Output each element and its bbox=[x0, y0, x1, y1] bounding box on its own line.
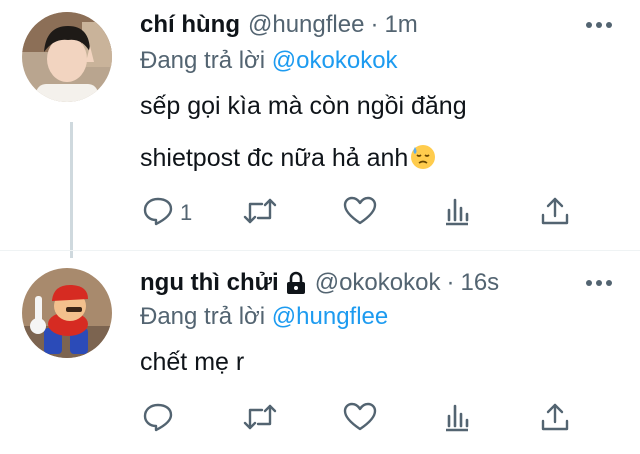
lock-icon bbox=[285, 271, 307, 295]
tweet-text-line: shietpost đc nữa hả anh bbox=[140, 144, 409, 172]
separator-dot: · bbox=[370, 11, 379, 38]
more-icon[interactable] bbox=[586, 22, 612, 28]
tweet-text: sếp gọi kìa mà còn ngồi đăng shietpost đ… bbox=[140, 80, 467, 188]
share-icon bbox=[540, 402, 570, 437]
mention-link[interactable]: @hungflee bbox=[272, 303, 388, 330]
replying-to: Đang trả lời @hungflee bbox=[140, 302, 388, 332]
tweet-text-line-with-emoji: shietpost đc nữa hả anh bbox=[140, 132, 467, 188]
retweet-icon bbox=[242, 196, 278, 231]
analytics-icon bbox=[442, 402, 472, 437]
analytics-button[interactable] bbox=[442, 402, 472, 436]
analytics-icon bbox=[442, 196, 472, 231]
share-button[interactable] bbox=[540, 196, 570, 230]
more-icon[interactable] bbox=[586, 280, 612, 286]
separator-dot: · bbox=[446, 269, 455, 296]
tweet-text-line: chết mẹ r bbox=[140, 348, 245, 376]
reply-icon bbox=[142, 196, 174, 231]
timestamp[interactable]: 16s bbox=[460, 268, 499, 298]
timestamp[interactable]: 1m bbox=[384, 10, 417, 40]
replying-prefix: Đang trả lời bbox=[140, 47, 272, 74]
replying-prefix: Đang trả lời bbox=[140, 303, 272, 330]
retweet-button[interactable] bbox=[242, 196, 278, 230]
reply-count: 1 bbox=[180, 200, 193, 225]
like-icon bbox=[343, 196, 377, 231]
reply-button[interactable] bbox=[142, 402, 180, 436]
avatar-okokokok[interactable] bbox=[22, 268, 112, 358]
display-name[interactable]: chí hùng bbox=[140, 10, 240, 40]
share-icon bbox=[540, 196, 570, 231]
like-icon bbox=[343, 402, 377, 437]
user-handle[interactable]: @hungflee bbox=[248, 10, 364, 40]
downcast-face-with-sweat-icon bbox=[410, 136, 436, 188]
tweet-divider bbox=[0, 250, 640, 251]
like-button[interactable] bbox=[343, 402, 377, 436]
tweet-header: ngu thì chửi @okokokok · 16s bbox=[140, 268, 499, 298]
thread-connector-line bbox=[70, 122, 73, 258]
tweet-actions bbox=[140, 402, 590, 436]
tweet-header: chí hùng @hungflee · 1m bbox=[140, 10, 418, 40]
tweet-text: chết mẹ r bbox=[140, 336, 244, 388]
avatar-hungflee[interactable] bbox=[22, 12, 112, 102]
reply-icon bbox=[142, 402, 174, 437]
like-button[interactable] bbox=[343, 196, 377, 230]
retweet-icon bbox=[242, 402, 278, 437]
tweet-text-line: sếp gọi kìa mà còn ngồi đăng bbox=[140, 92, 467, 120]
mention-link[interactable]: @okokokok bbox=[272, 47, 398, 74]
replying-to: Đang trả lời @okokokok bbox=[140, 46, 398, 76]
reply-button[interactable]: 1 bbox=[142, 196, 192, 230]
analytics-button[interactable] bbox=[442, 196, 472, 230]
share-button[interactable] bbox=[540, 402, 570, 436]
retweet-button[interactable] bbox=[242, 402, 278, 436]
user-handle[interactable]: @okokokok bbox=[315, 268, 441, 298]
display-name[interactable]: ngu thì chửi bbox=[140, 268, 279, 298]
tweet-actions: 1 bbox=[140, 196, 590, 230]
